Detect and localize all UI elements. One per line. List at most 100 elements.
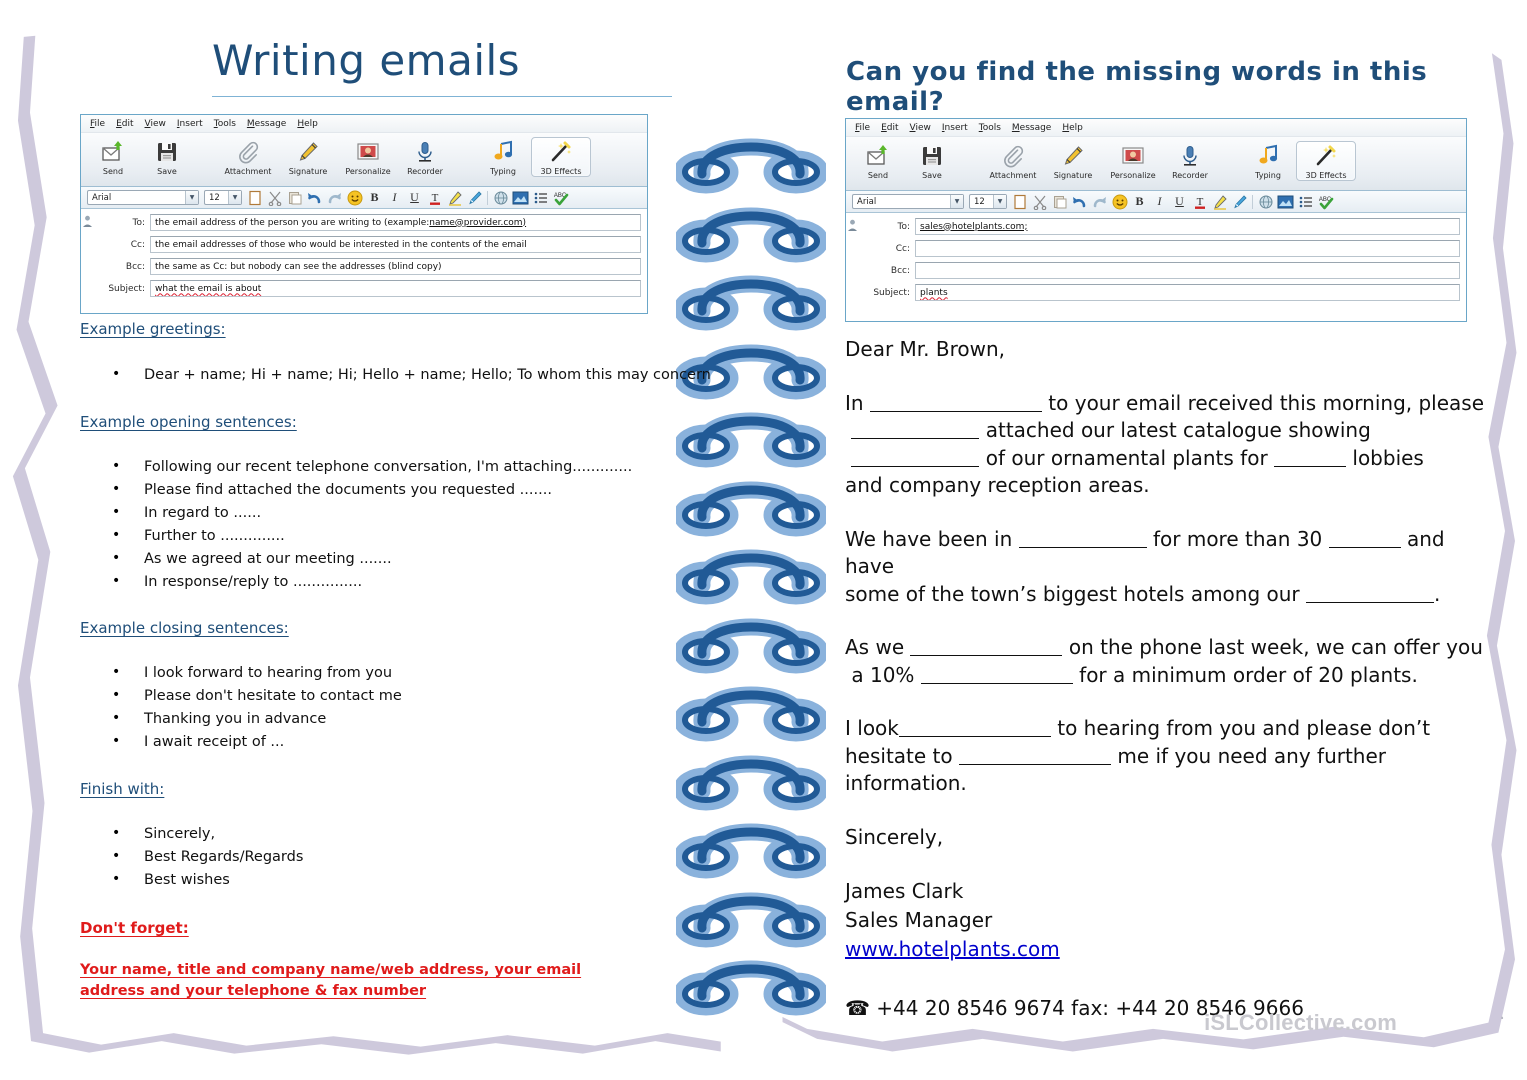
highlighter-icon[interactable] [1212,194,1227,210]
to-contact-icon[interactable] [846,217,858,236]
field-input-to[interactable]: the email address of the person you are … [150,214,641,231]
ribbon-button-save[interactable]: Save [906,141,958,180]
signature-website-link[interactable]: www.hotelplants.com [845,937,1060,961]
answer-blank[interactable] [959,763,1111,765]
ribbon-button-personalize[interactable]: Personalize [339,137,397,176]
menu-item-help[interactable]: Help [1062,123,1083,133]
field-input-bcc[interactable]: the same as Cc: but nobody can see the a… [150,258,641,275]
smiley-icon[interactable] [347,190,362,205]
answer-blank[interactable] [1306,601,1435,603]
ribbon-button-send[interactable]: Send [87,137,139,176]
left-page-title: Writing emails [212,36,521,85]
field-input-subject[interactable]: plants [915,284,1460,301]
field-input-to[interactable]: sales@hotelplants.com; [915,218,1460,235]
redo-icon[interactable] [327,190,342,205]
cut-scissors-icon[interactable] [1032,194,1047,210]
bullet-list-icon[interactable] [1298,194,1313,209]
bold-button[interactable]: B [1132,194,1147,209]
redo-icon[interactable] [1092,194,1107,209]
answer-blank[interactable] [1274,465,1347,467]
menu-item-edit[interactable]: Edit [116,119,133,129]
undo-icon[interactable] [307,190,322,205]
font-color-icon[interactable]: T [1192,194,1207,209]
ribbon-button-3d-effects[interactable]: 3D Effects [531,137,591,177]
to-contact-icon[interactable] [81,213,93,232]
undo-icon[interactable] [1072,194,1087,209]
font-color-icon[interactable]: T [427,190,442,205]
answer-blank[interactable] [851,465,980,467]
answer-blank[interactable] [920,682,1073,684]
cut-scissors-icon[interactable] [267,190,282,206]
field-input-cc[interactable]: the email addresses of those who would b… [150,236,641,253]
answer-blank[interactable] [898,736,1051,737]
section-finish-with: Finish with: Sincerely, Best Regards/Reg… [80,780,303,892]
ribbon-button-personalize[interactable]: Personalize [1104,141,1162,180]
menu-item-edit[interactable]: Edit [881,123,898,133]
ribbon-button-save[interactable]: Save [141,137,193,176]
format-painter-icon[interactable] [467,190,482,205]
ribbon-button-typing[interactable]: Typing [477,137,529,176]
list-item: Sincerely, [80,822,303,846]
font-size-select[interactable]: 12 ▼ [969,194,1007,209]
menu-item-insert[interactable]: Insert [942,123,968,133]
menu-item-message[interactable]: Message [1012,123,1051,133]
chevron-down-icon[interactable]: ▼ [185,191,198,204]
answer-blank[interactable] [1328,546,1401,548]
answer-blank[interactable] [910,655,1063,656]
to-contact-icon [847,219,858,232]
ribbon-button-typing[interactable]: Typing [1242,141,1294,180]
answer-blank[interactable] [851,438,980,439]
underline-button[interactable]: U [1172,194,1187,209]
font-family-select[interactable]: Arial ▼ [87,190,199,205]
new-page-icon[interactable] [1012,194,1027,209]
field-input-bcc[interactable] [915,262,1460,279]
smiley-icon[interactable] [1112,194,1127,209]
menu-item-file[interactable]: File [855,123,870,133]
ribbon-button-attachment[interactable]: Attachment [984,141,1042,180]
ribbon-button-recorder[interactable]: Recorder [399,137,451,176]
font-size-select[interactable]: 12 ▼ [204,190,242,205]
insert-picture-icon[interactable] [512,190,529,205]
bullet-list-icon[interactable] [533,190,548,205]
menu-item-message[interactable]: Message [247,119,286,129]
right-page-title: Can you find the missing words in this e… [846,57,1428,117]
spellcheck-icon[interactable]: ABC [1318,194,1333,209]
paste-icon[interactable] [1052,194,1067,209]
spellcheck-icon[interactable]: ABC [553,190,568,205]
hyperlink-icon[interactable] [493,190,508,205]
hyperlink-icon[interactable] [1258,194,1273,209]
chevron-down-icon[interactable]: ▼ [993,195,1006,208]
italic-button[interactable]: I [387,190,402,205]
format-painter-icon[interactable] [1232,194,1247,209]
answer-blank[interactable] [1018,546,1147,548]
ribbon-button-recorder[interactable]: Recorder [1164,141,1216,180]
menu-item-tools[interactable]: Tools [214,119,236,129]
header-field-row: Bcc: the same as Cc: but nobody can see t… [81,257,647,276]
paste-icon[interactable] [287,190,302,205]
chevron-down-icon[interactable]: ▼ [228,191,241,204]
menu-item-insert[interactable]: Insert [177,119,203,129]
ribbon-button-signature[interactable]: Signature [279,137,337,176]
menu-item-help[interactable]: Help [297,119,318,129]
chevron-down-icon[interactable]: ▼ [950,195,963,208]
italic-button[interactable]: I [1152,194,1167,209]
new-page-icon[interactable] [247,190,262,205]
menu-item-view[interactable]: View [145,119,166,129]
underline-button[interactable]: U [407,190,422,205]
svg-text:T: T [1196,196,1203,208]
greetings-list: Dear + name; Hi + name; Hi; Hello + name… [80,363,711,387]
highlighter-icon[interactable] [447,190,462,206]
font-family-select[interactable]: Arial ▼ [852,194,964,209]
answer-blank[interactable] [869,410,1042,412]
menu-item-view[interactable]: View [910,123,931,133]
ribbon-button-signature[interactable]: Signature [1044,141,1102,180]
menu-item-file[interactable]: File [90,119,105,129]
ribbon-button-3d-effects[interactable]: 3D Effects [1296,141,1356,181]
bold-button[interactable]: B [367,190,382,205]
field-input-cc[interactable] [915,240,1460,257]
field-input-subject[interactable]: what the email is about [150,280,641,297]
insert-picture-icon[interactable] [1277,194,1294,209]
ribbon-button-send[interactable]: Send [852,141,904,180]
menu-item-tools[interactable]: Tools [979,123,1001,133]
ribbon-button-attachment[interactable]: Attachment [219,137,277,176]
